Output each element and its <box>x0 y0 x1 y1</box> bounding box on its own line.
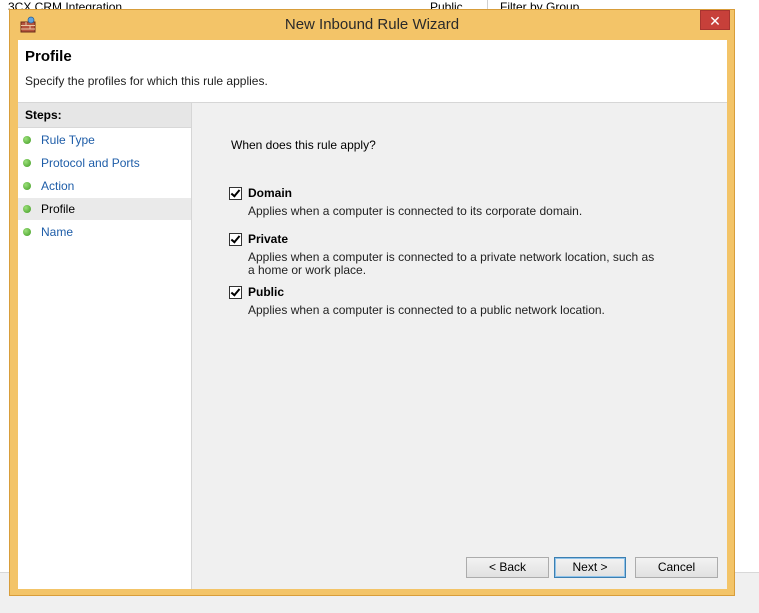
steps-heading: Steps: <box>18 103 191 128</box>
wizard-window: New Inbound Rule Wizard ✕ Profile Specif… <box>9 9 735 596</box>
private-label[interactable]: Private <box>248 232 288 246</box>
step-status-dot-icon <box>23 159 31 167</box>
domain-label[interactable]: Domain <box>248 186 292 200</box>
step-profile: Profile <box>18 198 191 220</box>
step-protocol-and-ports[interactable]: Protocol and Ports <box>18 152 191 174</box>
public-description: Applies when a computer is connected to … <box>248 303 605 317</box>
public-checkbox[interactable] <box>229 286 242 299</box>
private-checkbox[interactable] <box>229 233 242 246</box>
cancel-button[interactable]: Cancel <box>635 557 718 578</box>
wizard-client-area: Profile Specify the profiles for which t… <box>18 40 727 589</box>
window-title: New Inbound Rule Wizard <box>284 16 460 33</box>
steps-panel: Steps: Rule Type Protocol and Ports Acti… <box>18 103 192 589</box>
step-status-dot-icon <box>23 228 31 236</box>
step-status-dot-icon <box>23 182 31 190</box>
step-label: Rule Type <box>41 133 95 147</box>
step-status-dot-icon <box>23 205 31 213</box>
domain-description: Applies when a computer is connected to … <box>248 204 583 218</box>
back-button[interactable]: < Back <box>466 557 549 578</box>
step-rule-type[interactable]: Rule Type <box>18 129 191 151</box>
close-button[interactable]: ✕ <box>700 10 730 30</box>
step-action[interactable]: Action <box>18 175 191 197</box>
step-label: Protocol and Ports <box>41 156 140 170</box>
step-label: Name <box>41 225 74 239</box>
step-label: Profile <box>41 202 76 216</box>
close-icon: ✕ <box>709 13 721 29</box>
step-label: Action <box>41 179 75 193</box>
page-description: Specify the profiles for which this rule… <box>25 74 268 88</box>
step-status-dot-icon <box>23 136 31 144</box>
step-name[interactable]: Name <box>18 221 191 243</box>
question-text: When does this rule apply? <box>231 138 376 152</box>
private-description: Applies when a computer is connected to … <box>248 250 655 277</box>
profile-options-panel: When does this rule apply? Domain Applie… <box>193 103 727 589</box>
title-bar[interactable]: New Inbound Rule Wizard ✕ <box>10 10 734 40</box>
page-title: Profile <box>25 48 72 65</box>
steps-heading-label: Steps: <box>25 108 62 122</box>
domain-checkbox[interactable] <box>229 187 242 200</box>
public-label[interactable]: Public <box>248 285 284 299</box>
wizard-header: Profile Specify the profiles for which t… <box>18 40 727 103</box>
next-button[interactable]: Next > <box>554 557 626 578</box>
